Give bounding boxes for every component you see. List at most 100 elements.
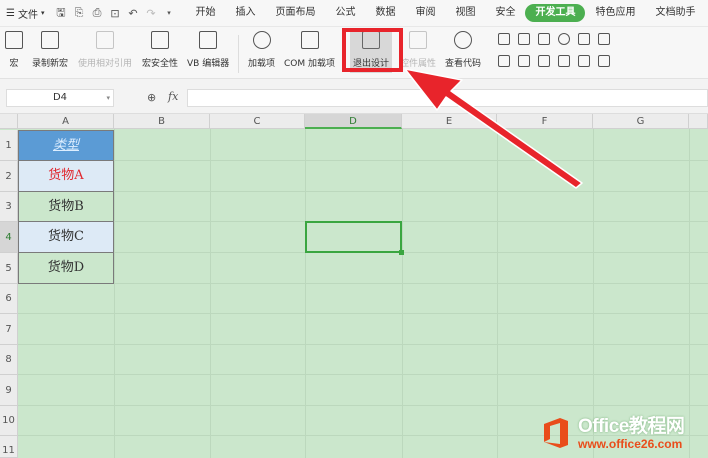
tab-developer[interactable]: 开发工具 <box>525 4 586 22</box>
select-all-corner[interactable] <box>0 114 18 129</box>
watermark-brand: Office教程网 <box>578 415 685 437</box>
control-properties-button[interactable]: 控件属性 <box>400 31 436 69</box>
formula-input[interactable] <box>187 89 708 107</box>
column-header-c[interactable]: C <box>210 114 305 129</box>
record-macro-label: 录制新宏 <box>32 59 69 69</box>
file-menu-label: 文件 <box>17 9 38 21</box>
column-header-h[interactable] <box>689 114 708 129</box>
export-icon[interactable]: ⎘ <box>70 5 87 22</box>
tab-home[interactable]: 开始 <box>185 4 225 22</box>
vb-editor-label: VB 编辑器 <box>187 59 230 69</box>
toggle-control-icon[interactable] <box>578 55 590 67</box>
column-header-d[interactable]: D <box>305 114 402 129</box>
macro-security-button[interactable]: 宏安全性 <box>142 31 178 69</box>
grid-line <box>210 129 211 458</box>
listbox-control-icon[interactable] <box>578 33 590 45</box>
scrollbar-control-icon[interactable] <box>498 55 510 67</box>
addins-label: 加载项 <box>248 59 276 69</box>
chevron-down-icon[interactable]: ▾ <box>160 5 177 22</box>
grid-line <box>114 129 115 458</box>
chevron-down-icon: ▾ <box>40 9 45 17</box>
button-control-icon[interactable] <box>538 33 550 45</box>
tab-insert[interactable]: 插入 <box>225 4 265 22</box>
cell-a1[interactable]: 类型 <box>18 130 114 161</box>
row-header-2[interactable]: 2 <box>0 161 18 192</box>
tab-special[interactable]: 特色应用 <box>585 4 645 22</box>
tab-page-layout[interactable]: 页面布局 <box>265 4 325 22</box>
grid-line <box>305 129 306 458</box>
checkbox-control-icon[interactable] <box>498 33 510 45</box>
row-header-8[interactable]: 8 <box>0 345 18 375</box>
macro-security-label: 宏安全性 <box>142 59 179 69</box>
row-header-11[interactable]: 11 <box>0 436 18 458</box>
row-header-5[interactable]: 5 <box>0 253 18 284</box>
fx-icon[interactable]: fx <box>168 90 178 103</box>
textbox-control-icon[interactable] <box>518 33 530 45</box>
row-header-7[interactable]: 7 <box>0 314 18 345</box>
row-header-4[interactable]: 4 <box>0 222 18 253</box>
highlight-box <box>342 28 403 72</box>
addins-button[interactable]: 加载项 <box>248 31 275 69</box>
grid-line <box>18 313 708 314</box>
grid-line <box>18 283 708 284</box>
print-icon[interactable]: ⎙ <box>88 5 105 22</box>
vb-editor-button[interactable]: VB 编辑器 <box>187 31 229 69</box>
macro-icon <box>5 31 23 49</box>
name-box[interactable]: D4 ▾ <box>6 89 114 107</box>
relative-reference-label: 使用相对引用 <box>78 59 133 69</box>
redo-icon[interactable]: ↷ <box>142 5 159 22</box>
file-menu[interactable]: ☰ 文件 ▾ <box>0 0 48 26</box>
more-controls-icon[interactable] <box>598 55 610 67</box>
column-header-b[interactable]: B <box>114 114 210 129</box>
cell-a3[interactable]: 货物B <box>18 192 114 222</box>
column-header-f[interactable]: F <box>497 114 593 129</box>
image-control-icon[interactable] <box>558 55 570 67</box>
cell-a5[interactable]: 货物D <box>18 253 114 284</box>
save-icon[interactable]: 🖫 <box>52 5 69 22</box>
row-header-9[interactable]: 9 <box>0 375 18 406</box>
radio-control-icon[interactable] <box>558 33 570 45</box>
relative-reference-button[interactable]: 使用相对引用 <box>78 31 132 69</box>
label-control-icon[interactable] <box>538 55 550 67</box>
print-preview-icon[interactable]: ⊡ <box>106 5 123 22</box>
view-code-icon <box>454 31 472 49</box>
grid-line <box>18 374 708 375</box>
column-header-a[interactable]: A <box>18 114 114 129</box>
column-header-e[interactable]: E <box>402 114 497 129</box>
gear-icon <box>252 31 271 49</box>
tab-security[interactable]: 安全 <box>485 4 525 22</box>
spin-control-icon[interactable] <box>518 55 530 67</box>
relative-reference-icon <box>96 31 114 49</box>
tab-formulas[interactable]: 公式 <box>325 4 365 22</box>
com-addins-button[interactable]: COM 加载项 <box>284 31 335 69</box>
com-addins-icon <box>300 31 319 49</box>
row-header-10[interactable]: 10 <box>0 406 18 436</box>
combobox-control-icon[interactable] <box>598 33 610 45</box>
grid-line <box>497 129 498 458</box>
com-addins-label: COM 加载项 <box>284 59 335 69</box>
control-properties-icon <box>409 31 427 49</box>
row-header-3[interactable]: 3 <box>0 192 18 222</box>
zoom-icon[interactable]: ⊕ <box>147 91 156 104</box>
column-header-g[interactable]: G <box>593 114 689 129</box>
undo-icon[interactable]: ↶ <box>124 5 141 22</box>
selected-cell-d4[interactable] <box>305 221 404 255</box>
view-code-button[interactable]: 查看代码 <box>445 31 481 69</box>
tab-data[interactable]: 数据 <box>365 4 405 22</box>
cell-a4[interactable]: 货物C <box>18 222 114 253</box>
menu-bar: ☰ 文件 ▾ 🖫 ⎘ ⎙ ⊡ ↶ ↷ ▾ 开始 插入 页面布局 公式 数据 审阅… <box>0 0 708 27</box>
view-code-label: 查看代码 <box>445 59 482 69</box>
grid-line <box>18 344 708 345</box>
cell-a2[interactable]: 货物A <box>18 161 114 192</box>
office-logo-icon <box>544 418 568 448</box>
row-header-6[interactable]: 6 <box>0 284 18 314</box>
macro-button[interactable]: 宏 <box>5 31 23 69</box>
row-header-1[interactable]: 1 <box>0 130 18 161</box>
tab-doc-assistant[interactable]: 文档助手 <box>645 4 705 22</box>
tab-view[interactable]: 视图 <box>445 4 485 22</box>
tab-review[interactable]: 审阅 <box>405 4 445 22</box>
control-properties-label: 控件属性 <box>400 59 437 69</box>
spreadsheet-grid[interactable]: A B C D E F G 1 2 3 4 5 6 7 8 9 10 11 类型… <box>0 114 708 458</box>
record-macro-icon <box>41 31 59 49</box>
record-macro-button[interactable]: 录制新宏 <box>32 31 68 69</box>
